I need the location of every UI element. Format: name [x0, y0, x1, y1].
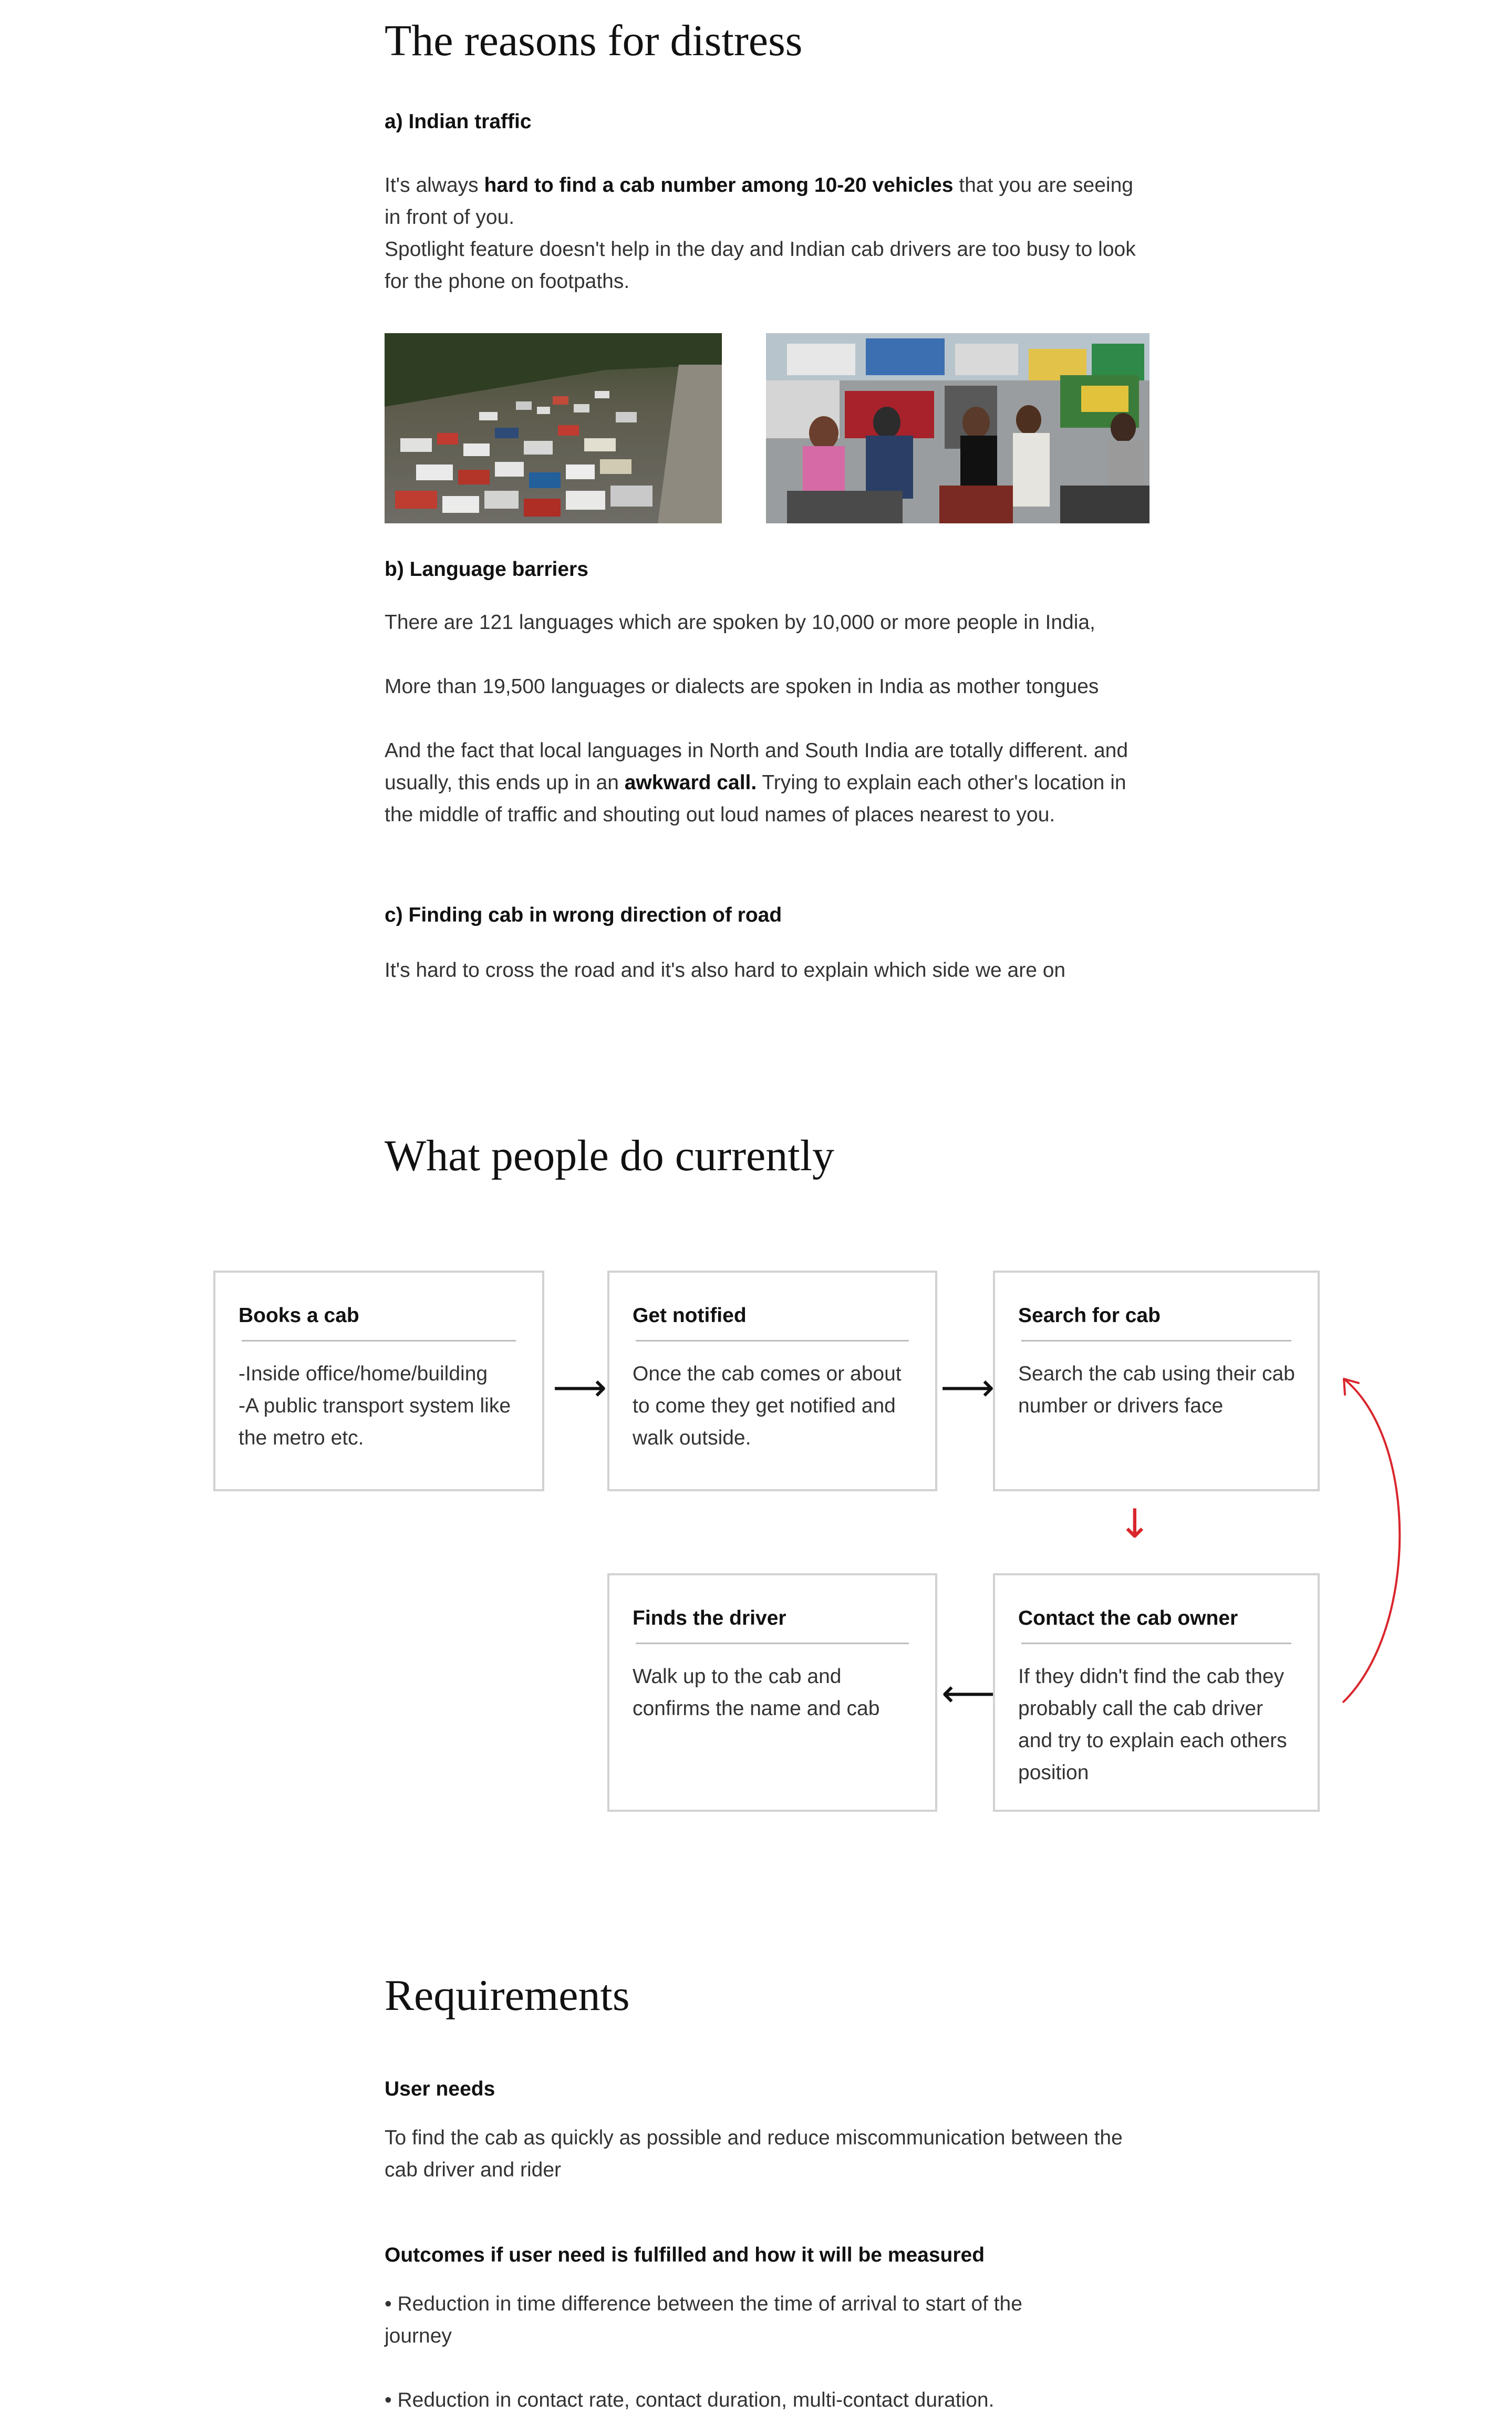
section-title-requirements: Requirements [385, 1971, 630, 2020]
flow-step-divider [1021, 1643, 1291, 1644]
language-barriers-text: There are 121 languages which are spoken… [385, 606, 1152, 831]
flow-step-description: Walk up to the cab and confirms the name… [633, 1665, 880, 1720]
indian-traffic-paragraph-2: Spotlight feature doesn't help in the da… [385, 238, 1136, 293]
flow-step-divider [636, 1340, 909, 1342]
subheading-language-barriers: b) Language barriers [385, 558, 588, 581]
flow-step-title: Finds the driver [633, 1607, 786, 1629]
flow-step-title: Get notified [633, 1304, 747, 1327]
flow-step-divider [636, 1643, 909, 1644]
arrow-left-icon: ⟵ [941, 1671, 996, 1715]
arrow-down-icon: ↓ [1118, 1500, 1152, 1547]
traffic-bikes-street-image [766, 333, 1149, 523]
traffic-jam-aerial-image [385, 333, 722, 523]
flow-step-divider [1021, 1340, 1291, 1342]
flow-step-title: Books a cab [239, 1304, 359, 1327]
flow-step-get-notified: Get notified Once the cab comes or about… [607, 1271, 937, 1491]
wrong-direction-paragraph: It's hard to cross the road and it's als… [385, 959, 1066, 982]
indian-traffic-highlight: hard to find a cab number among 10-20 ve… [484, 174, 954, 197]
user-needs-text: To find the cab as quickly as possible a… [385, 2122, 1152, 2186]
flow-step-description: Search the cab using their cab number or… [1018, 1363, 1295, 1417]
flow-step-contact-the-cab-owner: Contact the cab owner If they didn't fin… [993, 1573, 1320, 1812]
flow-step-description: If they didn't find the cab they probabl… [1018, 1665, 1287, 1784]
subheading-user-needs: User needs [385, 2078, 495, 2100]
outcomes-list: • Reduction in time difference between t… [385, 2288, 1068, 2416]
wrong-direction-text: It's hard to cross the road and it's als… [385, 954, 1152, 986]
outcome-item: • Reduction in contact rate, contact dur… [385, 2389, 995, 2411]
indian-traffic-paragraph-1: It's always hard to find a cab number am… [385, 174, 1133, 229]
flow-step-finds-the-driver: Finds the driver Walk up to the cab and … [607, 1573, 937, 1812]
language-barriers-paragraph-3: And the fact that local languages in Nor… [385, 739, 1128, 826]
arrow-right-icon: ⟶ [940, 1365, 995, 1409]
flow-step-title: Contact the cab owner [1018, 1607, 1238, 1629]
flow-step-description: -Inside office/home/building -A public t… [239, 1363, 511, 1449]
section-title-distress: The reasons for distress [385, 16, 803, 65]
flow-step-search-for-cab: Search for cab Search the cab using thei… [993, 1271, 1320, 1491]
flow-step-books-a-cab: Books a cab -Inside office/home/building… [213, 1271, 544, 1491]
arrow-right-icon: ⟶ [553, 1365, 607, 1409]
language-barriers-paragraph-1: There are 121 languages which are spoken… [385, 611, 1095, 634]
flow-step-description: Once the cab comes or about to come they… [633, 1363, 902, 1449]
flow-step-divider [242, 1340, 516, 1342]
loop-back-arrow-icon [1342, 1378, 1401, 1704]
section-title-current-behaviour: What people do currently [385, 1131, 834, 1180]
indian-traffic-text: It's always hard to find a cab number am… [385, 169, 1152, 297]
user-needs-paragraph: To find the cab as quickly as possible a… [385, 2127, 1123, 2181]
awkward-call-highlight: awkward call. [624, 771, 757, 794]
outcome-item: • Reduction in time difference between t… [385, 2293, 1022, 2347]
subheading-wrong-direction: c) Finding cab in wrong direction of roa… [385, 904, 782, 926]
flow-step-title: Search for cab [1018, 1304, 1161, 1327]
subheading-outcomes: Outcomes if user need is fulfilled and h… [385, 2244, 985, 2266]
subheading-indian-traffic: a) Indian traffic [385, 110, 532, 133]
language-barriers-paragraph-2: More than 19,500 languages or dialects a… [385, 675, 1099, 698]
